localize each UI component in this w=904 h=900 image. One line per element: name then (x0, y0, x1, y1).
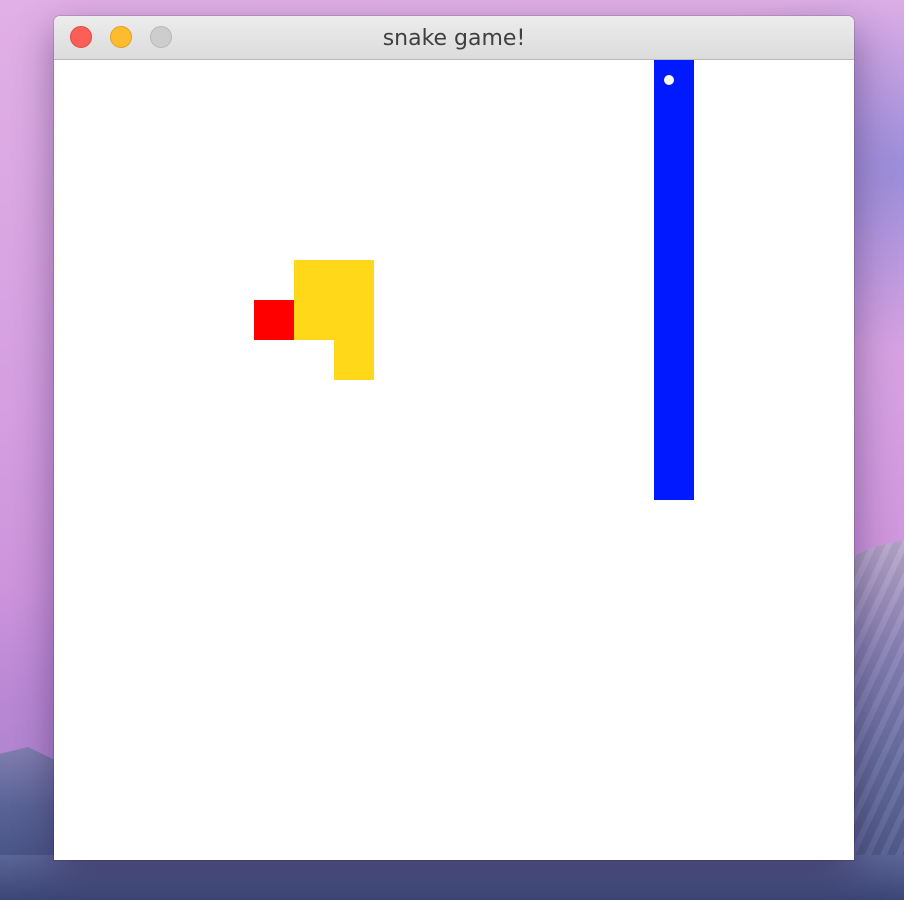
wallpaper-ridge (0, 855, 904, 900)
yellow-snake-segment (294, 260, 334, 300)
blue-snake-segment (654, 220, 694, 260)
game-window: snake game! (54, 16, 854, 860)
blue-snake-segment (654, 140, 694, 180)
title-bar[interactable]: snake game! (54, 16, 854, 60)
blue-snake-segment (654, 420, 694, 460)
blue-snake-head (654, 60, 694, 100)
yellow-snake-segment (334, 340, 374, 380)
yellow-snake-segment (334, 300, 374, 340)
game-board[interactable] (54, 60, 854, 860)
blue-snake-segment (654, 180, 694, 220)
blue-snake-segment (654, 380, 694, 420)
blue-snake-segment (654, 260, 694, 300)
blue-snake-segment (654, 340, 694, 380)
food-pellet (254, 300, 294, 340)
blue-snake-segment (654, 100, 694, 140)
yellow-snake-segment (294, 300, 334, 340)
snake-eye-icon (664, 75, 674, 85)
blue-snake-segment (654, 460, 694, 500)
blue-snake-segment (654, 300, 694, 340)
yellow-snake-segment (334, 260, 374, 300)
window-title: snake game! (382, 26, 526, 51)
